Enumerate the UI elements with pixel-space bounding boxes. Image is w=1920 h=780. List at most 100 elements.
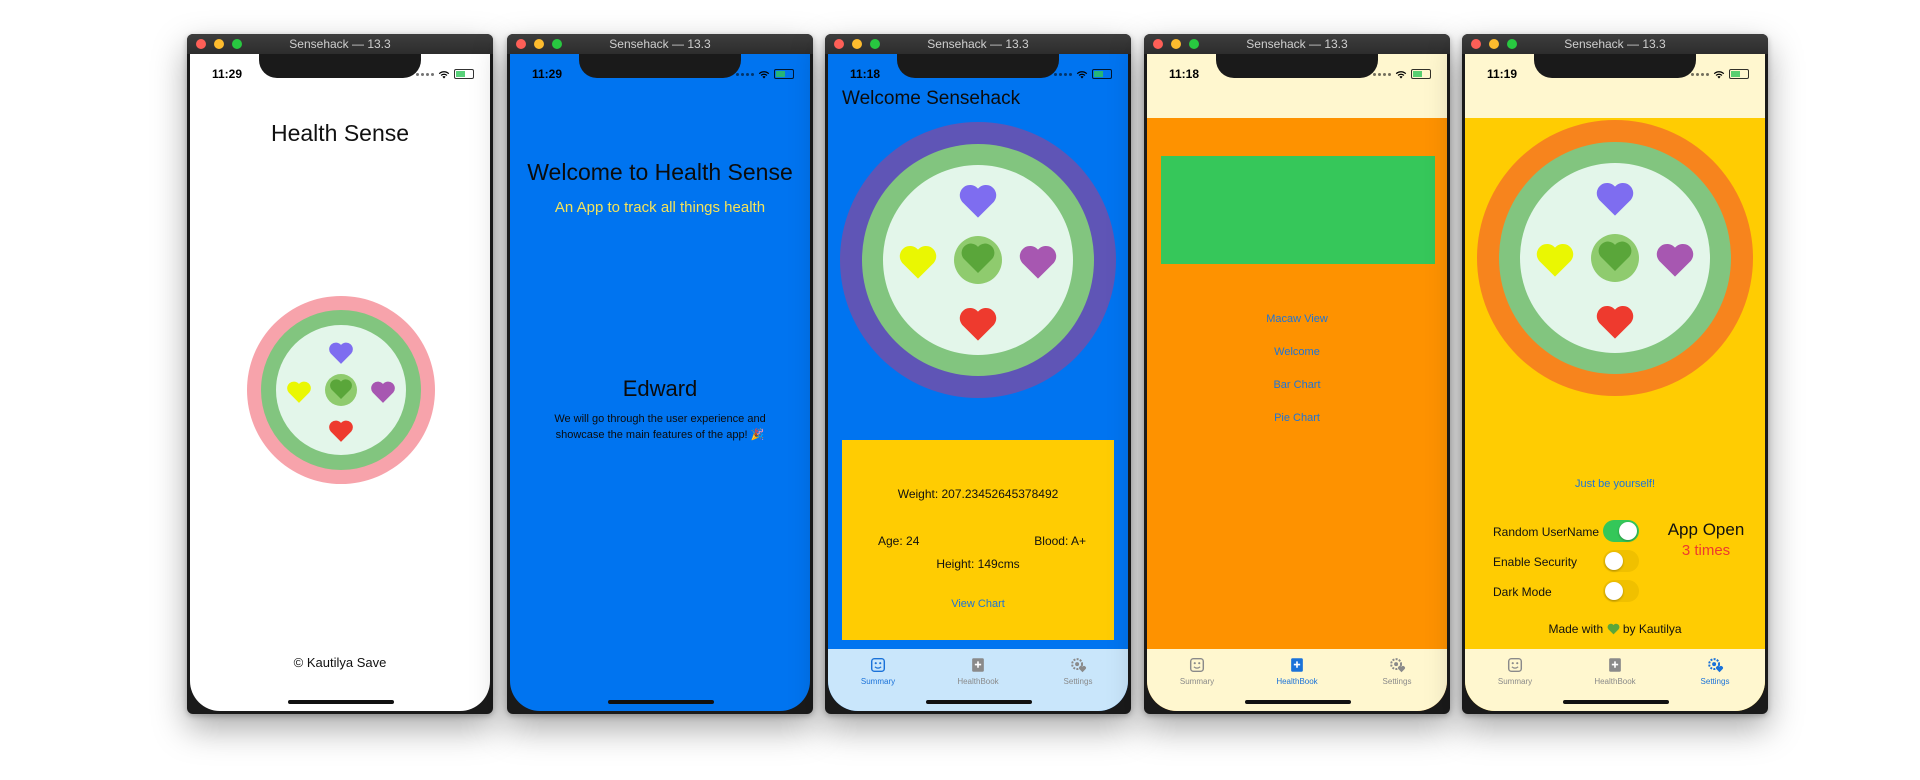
tab-healthbook-label: HealthBook xyxy=(1594,677,1636,686)
dark-mode-toggle[interactable] xyxy=(1603,580,1639,602)
phone-screen: 11:29 Health Sense © Kautilya Save xyxy=(190,54,490,711)
red-heart-icon xyxy=(958,304,998,344)
enable-security-label: Enable Security xyxy=(1493,555,1578,569)
close-window-button[interactable] xyxy=(516,39,526,49)
home-indicator[interactable] xyxy=(926,700,1032,704)
window-titlebar[interactable]: Sensehack — 13.3 xyxy=(825,34,1131,54)
yellow-heart-icon xyxy=(286,379,312,405)
random-username-toggle[interactable] xyxy=(1603,520,1639,542)
onboarding-description: We will go through the user experience a… xyxy=(554,413,766,441)
tab-settings[interactable]: Settings xyxy=(1665,649,1765,711)
copyright-footer: © Kautilya Save xyxy=(293,655,387,670)
enable-security-toggle[interactable] xyxy=(1603,550,1639,572)
green-heart-icon xyxy=(1597,238,1633,274)
gear-heart-icon xyxy=(1708,658,1724,673)
user-name: Edward xyxy=(622,376,698,401)
red-heart-icon xyxy=(1595,302,1635,342)
tab-settings-label: Settings xyxy=(1382,677,1412,686)
battery-icon xyxy=(1729,69,1749,79)
green-heart-icon xyxy=(960,240,996,276)
yellow-heart-icon xyxy=(898,242,938,282)
cellular-icon xyxy=(1054,72,1072,76)
wifi-icon xyxy=(1713,70,1725,78)
view-chart-button[interactable]: View Chart xyxy=(842,598,1114,610)
minimize-window-button[interactable] xyxy=(1171,39,1181,49)
tab-settings-label: Settings xyxy=(1063,677,1093,686)
tab-summary[interactable]: Summary xyxy=(1147,649,1247,711)
random-username-label: Random UserName xyxy=(1493,525,1600,539)
window-title: Sensehack — 13.3 xyxy=(609,37,711,51)
purple-heart-icon xyxy=(1595,179,1635,219)
tab-healthbook-label: HealthBook xyxy=(957,677,999,686)
close-window-button[interactable] xyxy=(1153,39,1163,49)
zoom-window-button[interactable] xyxy=(1507,39,1517,49)
minimize-window-button[interactable] xyxy=(852,39,862,49)
window-titlebar[interactable]: Sensehack — 13.3 xyxy=(1462,34,1768,54)
home-indicator[interactable] xyxy=(1563,700,1669,704)
window-title: Sensehack — 13.3 xyxy=(927,37,1029,51)
window-title: Sensehack — 13.3 xyxy=(1246,37,1348,51)
phone-screen: 11:29 Welcome to Health Sense An App to … xyxy=(510,54,810,711)
tab-summary[interactable]: Summary xyxy=(828,649,928,711)
close-window-button[interactable] xyxy=(1471,39,1481,49)
minimize-window-button[interactable] xyxy=(1489,39,1499,49)
window-titlebar[interactable]: Sensehack — 13.3 xyxy=(1144,34,1450,54)
weight-label: Weight: 207.23452645378492 xyxy=(897,487,1059,501)
zoom-window-button[interactable] xyxy=(552,39,562,49)
cellular-icon xyxy=(416,72,434,76)
battery-icon xyxy=(774,69,794,79)
battery-icon xyxy=(1411,69,1431,79)
zoom-window-button[interactable] xyxy=(870,39,880,49)
simulator-window-summary: Sensehack — 13.3 11:18 Welcome Sensehack… xyxy=(825,34,1131,714)
status-time: 11:29 xyxy=(212,67,243,81)
notch xyxy=(1216,54,1378,78)
status-time: 11:29 xyxy=(532,67,563,81)
notch xyxy=(579,54,741,78)
mask-icon xyxy=(870,657,886,673)
toggle-knob xyxy=(1619,522,1637,540)
welcome-title: Welcome to Health Sense xyxy=(527,159,793,185)
window-titlebar[interactable]: Sensehack — 13.3 xyxy=(507,34,813,54)
tab-summary-label: Summary xyxy=(860,677,896,686)
minimize-window-button[interactable] xyxy=(534,39,544,49)
simulator-window-onboarding: Sensehack — 13.3 11:29 Welcome to Health… xyxy=(507,34,813,714)
made-with-suffix: by Kautilya xyxy=(1622,622,1682,636)
simulator-window-settings: Sensehack — 13.3 11:19 Just be yourself!… xyxy=(1462,34,1768,714)
tab-settings[interactable]: Settings xyxy=(1028,649,1128,711)
menu-macaw-view[interactable]: Macaw View xyxy=(1147,313,1447,325)
tab-settings[interactable]: Settings xyxy=(1347,649,1447,711)
violet-heart-icon xyxy=(370,379,396,405)
cellular-icon xyxy=(1373,72,1391,76)
menu-bar-chart[interactable]: Bar Chart xyxy=(1147,379,1447,391)
book-icon xyxy=(1291,658,1303,672)
close-window-button[interactable] xyxy=(834,39,844,49)
phone-screen: 11:18 Macaw View Welcome Bar Chart Pie C… xyxy=(1147,54,1447,711)
notch xyxy=(259,54,421,78)
window-titlebar[interactable]: Sensehack — 13.3 xyxy=(187,34,493,54)
status-time: 11:18 xyxy=(1169,67,1200,81)
cellular-icon xyxy=(736,72,754,76)
home-indicator[interactable] xyxy=(1245,700,1351,704)
home-indicator[interactable] xyxy=(608,700,714,704)
window-title: Sensehack — 13.3 xyxy=(289,37,391,51)
red-heart-icon xyxy=(328,418,354,444)
zoom-window-button[interactable] xyxy=(232,39,242,49)
menu-welcome[interactable]: Welcome xyxy=(1147,346,1447,358)
purple-heart-icon xyxy=(328,340,354,366)
minimize-window-button[interactable] xyxy=(214,39,224,49)
menu-pie-chart[interactable]: Pie Chart xyxy=(1147,412,1447,424)
zoom-window-button[interactable] xyxy=(1189,39,1199,49)
tab-summary[interactable]: Summary xyxy=(1465,649,1565,711)
tagline-link[interactable]: Just be yourself! xyxy=(1465,478,1765,490)
notch xyxy=(1534,54,1696,78)
simulator-window-healthbook: Sensehack — 13.3 11:18 Macaw View Welcom… xyxy=(1144,34,1450,714)
violet-heart-icon xyxy=(1655,240,1695,280)
purple-heart-icon xyxy=(958,181,998,221)
status-time: 11:19 xyxy=(1487,67,1518,81)
mask-icon xyxy=(1189,657,1205,673)
close-window-button[interactable] xyxy=(196,39,206,49)
home-indicator[interactable] xyxy=(288,700,394,704)
gear-heart-icon xyxy=(1390,658,1406,673)
battery-icon xyxy=(454,69,474,79)
wifi-icon xyxy=(758,70,770,78)
